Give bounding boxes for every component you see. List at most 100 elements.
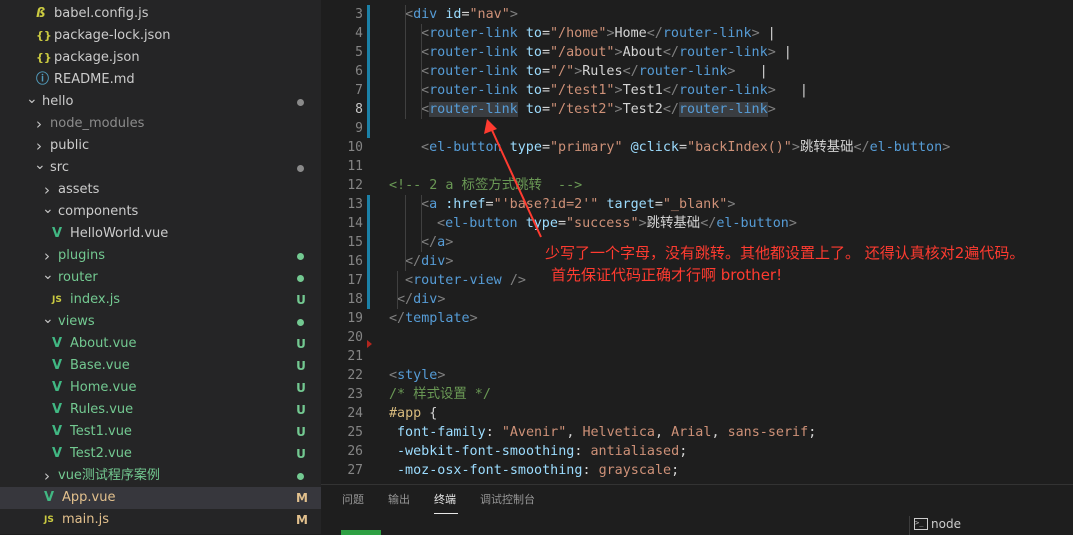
code-token: < [389,368,398,383]
folder-components[interactable]: ⌄ components [0,201,321,223]
tree-item-label: package-lock.json [54,28,171,43]
code-line[interactable]: <div id="nav"> [405,5,518,24]
terminal-selector[interactable]: >_ node [909,516,1073,535]
panel-tab-3[interactable]: 调试控制台 [480,491,535,507]
line-number: 12 [347,178,363,193]
code-line[interactable]: <!-- 2 a 标签方式跳转 --> [389,176,582,195]
code-token: : [574,444,591,459]
file-main-js[interactable]: JS main.js M [0,509,321,531]
line-number: 27 [347,463,363,478]
panel-tab-0[interactable]: 问题 [342,491,364,507]
code-line[interactable]: </template> [389,309,478,328]
code-line[interactable]: -moz-osx-font-smoothing: grayscale; [397,461,679,480]
folder-assets[interactable]: › assets [0,179,321,201]
code-token: < [421,26,430,41]
folder-views[interactable]: ⌄ views [0,311,321,333]
file-package-json[interactable]: {} package.json [0,47,321,69]
line-number: 24 [347,406,363,421]
file-helloworld-vue[interactable]: V HelloWorld.vue [0,223,321,245]
code-token: div [421,254,446,269]
code-line[interactable]: /* 样式设置 */ [389,385,491,404]
code-token: "/about" [550,45,615,60]
line-number: 18 [347,292,363,307]
git-status-badge: U [296,425,306,439]
code-editor[interactable]: 3 4 5 6 7 8 9 10 11 12 13 14 15 16 17 18 19 20 21 22 23 24 25 2… [321,0,1073,484]
file-package-lock-json[interactable]: {} package-lock.json [0,25,321,47]
code-line[interactable]: <router-link to="/home">Home</router-lin… [421,24,776,43]
file-babel-config-js[interactable]: ß babel.config.js [0,3,321,25]
panel-tab-2[interactable]: 终端 [434,491,456,507]
code-token: > [509,7,518,22]
vue-file-icon: V [52,226,63,241]
code-line[interactable]: <router-link to="/test2">Test2</router-l… [421,100,776,119]
code-line[interactable]: <router-link to="/about">About</router-l… [421,43,792,62]
folder-vue测试程序案例[interactable]: › vue测试程序案例 [0,465,321,487]
code-token: = [541,140,550,155]
code-token: > [727,197,736,212]
line-number: 8 [355,102,363,117]
code-line[interactable]: font-family: "Avenir", Helvetica, Arial,… [397,423,816,442]
file-readme-md[interactable]: ⓘ README.md [0,69,321,91]
code-line[interactable]: </a> [421,233,453,252]
panel-tab-1[interactable]: 输出 [388,491,410,507]
file-about-vue[interactable]: V About.vue U [0,333,321,355]
code-token: router-view [413,273,502,288]
git-status-badge: U [296,293,306,307]
code-line[interactable]: #app { [389,404,437,423]
js-file-icon: JS [44,515,54,525]
code-token: Rules [582,64,623,79]
file-home-vue[interactable]: V Home.vue U [0,377,321,399]
code-token: = [679,140,688,155]
file-test1-vue[interactable]: V Test1.vue U [0,421,321,443]
code-line[interactable]: <router-link to="/test1">Test1</router-l… [421,81,808,100]
explorer-sidebar: ß babel.config.js{} package-lock.json{} pac… [0,0,321,534]
code-token: </ [662,45,679,60]
code-token: About [622,45,663,60]
code-token: div [413,292,438,307]
git-status-badge: M [296,513,308,527]
code-token: > [445,235,454,250]
indent-guide [405,5,406,119]
folder-node-modules[interactable]: › node_modules [0,113,321,135]
code-token: "/" [550,64,575,79]
tree-item-label: router [58,270,98,285]
code-line[interactable]: <router-link to="/">Rules</router-link> … [421,62,768,81]
code-token: @click [630,140,679,155]
code-line[interactable]: <a :href="'base?id=2'" target="_blank"> [421,195,735,214]
folder-plugins[interactable]: › plugins [0,245,321,267]
code-line[interactable]: <style> [389,366,445,385]
code-line[interactable]: <el-button type="primary" @click="backIn… [421,138,950,157]
folder-public[interactable]: › public [0,135,321,157]
code-line[interactable]: <el-button type="success">跳转基础</el-butto… [437,214,797,233]
vue-file-icon: V [52,402,63,417]
code-token: to [525,26,542,41]
file-base-vue[interactable]: V Base.vue U [0,355,321,377]
code-token: | [775,45,792,60]
code-token: type [509,140,542,155]
line-number: 22 [347,368,363,383]
folder-hello[interactable]: ⌄ hello [0,91,321,113]
code-line[interactable]: -webkit-font-smoothing: antialiased; [397,442,687,461]
code-line[interactable]: <router-view /> [405,271,526,290]
code-token: = [541,83,550,98]
file-test2-vue[interactable]: V Test2.vue U [0,443,321,465]
code-line[interactable]: </div> [405,252,453,271]
vue-file-icon: V [44,490,55,505]
folder-router[interactable]: ⌄ router [0,267,321,289]
code-token: type [525,216,558,231]
code-token: 跳转基础 [646,216,701,231]
code-token: el-button [445,216,518,231]
folder-src[interactable]: ⌄ src [0,157,321,179]
git-status-badge: M [296,491,308,505]
code-token: </ [662,102,679,117]
line-number: 11 [347,159,363,174]
chevron-down-icon: ⌄ [34,157,46,173]
file-app-vue[interactable]: V App.vue M [0,487,321,509]
code-token: </ [700,216,717,231]
annotation-text-2: 首先保证代码正确才行啊 brother! [551,266,783,284]
file-index-js[interactable]: JS index.js U [0,289,321,311]
code-line[interactable]: </div> [397,290,445,309]
file-rules-vue[interactable]: V Rules.vue U [0,399,321,421]
